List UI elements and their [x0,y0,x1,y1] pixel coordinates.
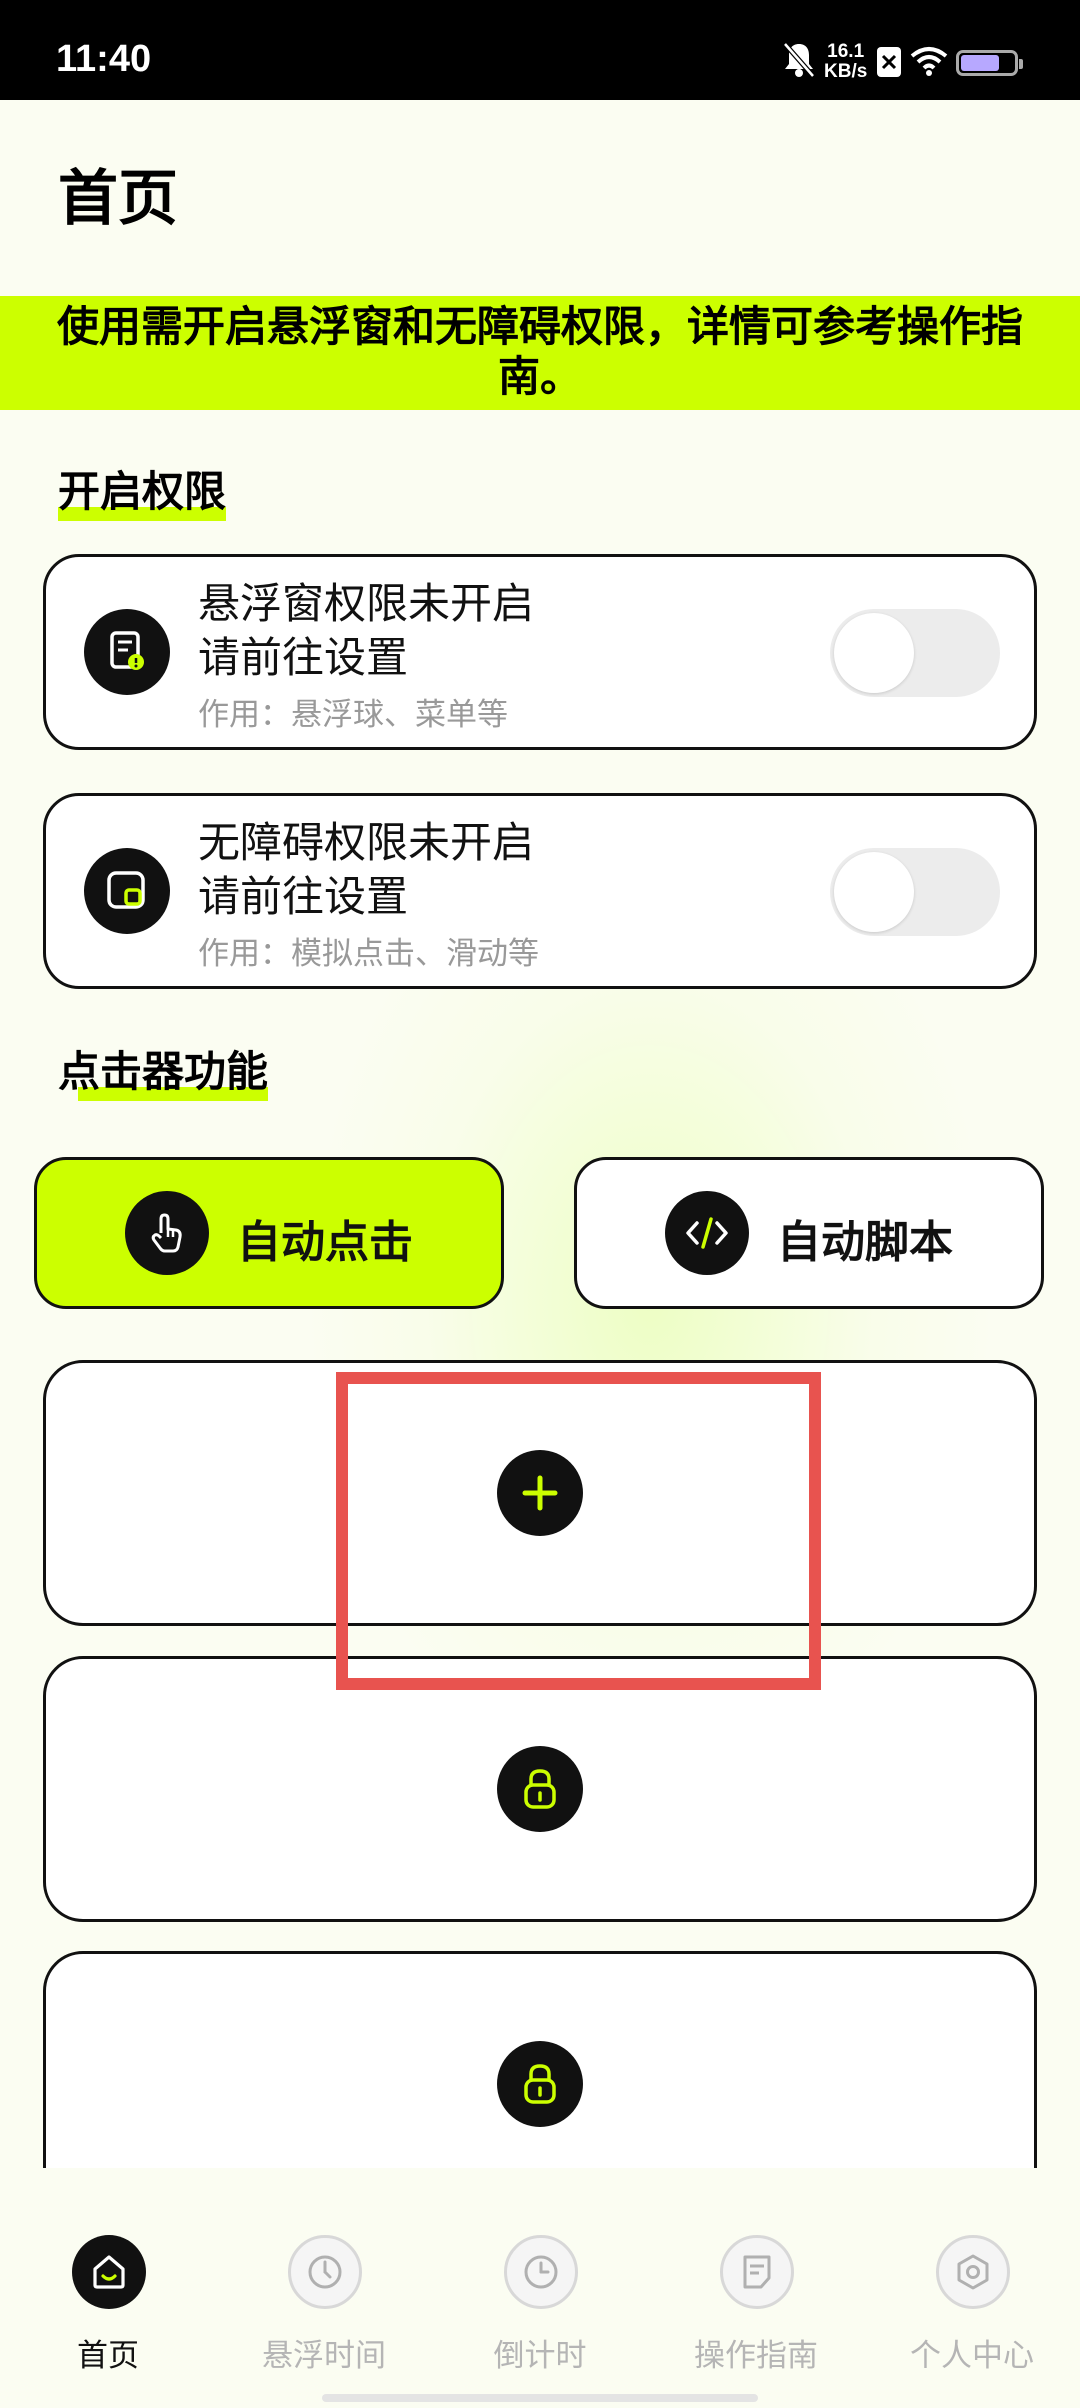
lock-icon [497,1746,583,1832]
bottom-nav: 首页 悬浮时间 倒计时 操作指南 个人中心 [0,2218,1080,2388]
mute-icon [782,40,816,84]
home-icon [72,2235,146,2309]
net-speed-value: 16.1 [827,41,865,62]
home-indicator[interactable] [322,2394,758,2402]
page-title: 首页 [58,164,178,234]
overlay-permission-note: 作用：悬浮球、菜单等 [198,697,508,733]
nav-label-countdown: 倒计时 [493,2338,587,2374]
nav-item-profile[interactable]: 个人中心 [864,2218,1080,2388]
code-icon [665,1191,749,1275]
overlay-permission-status: 悬浮窗权限未开启 [198,579,535,628]
permission-notice-banner: 使用需开启悬浮窗和无障碍权限，详情可参考操作指南。 [0,296,1080,410]
status-bar: 11:40 16.1 KB/s [0,0,1080,100]
auto-click-label: 自动点击 [237,1217,413,1268]
locked-slot[interactable] [43,1656,1037,1922]
settings-icon [936,2235,1010,2309]
accessibility-permission-status: 无障碍权限未开启 [198,818,535,867]
status-time: 11:40 [56,38,152,80]
nav-label-float-time: 悬浮时间 [262,2338,386,2374]
accessibility-permission-hint: 请前往设置 [198,872,409,921]
highlight-annotation-box [336,1372,821,1690]
accessibility-permission-note: 作用：模拟点击、滑动等 [198,936,539,972]
overlay-permission-card[interactable]: 悬浮窗权限未开启 请前往设置 作用：悬浮球、菜单等 [43,554,1037,750]
net-speed-unit: KB/s [824,61,868,82]
nav-label-home: 首页 [77,2338,139,2374]
battery-icon [956,50,1023,76]
nav-item-float-time[interactable]: 悬浮时间 [216,2218,432,2388]
nav-item-countdown[interactable]: 倒计时 [432,2218,648,2388]
sim-x-icon [876,46,902,82]
guide-icon [720,2235,794,2309]
overlay-permission-toggle[interactable] [830,609,1000,697]
accessibility-permission-toggle[interactable] [830,848,1000,936]
accessibility-icon [84,848,170,934]
auto-script-button[interactable]: 自动脚本 [574,1157,1044,1309]
net-speed: 16.1 KB/s [824,42,867,82]
nav-label-profile: 个人中心 [910,2338,1034,2374]
accessibility-permission-card[interactable]: 无障碍权限未开启 请前往设置 作用：模拟点击、滑动等 [43,793,1037,989]
overlay-permission-hint: 请前往设置 [198,633,409,682]
nav-item-guide[interactable]: 操作指南 [648,2218,864,2388]
permissions-section-label: 开启权限 [58,467,227,516]
lock-icon [497,2041,583,2127]
wifi-icon [910,46,948,80]
nav-label-guide: 操作指南 [694,2338,818,2374]
permissions-section-title: 开启权限 [58,458,227,521]
auto-script-label: 自动脚本 [777,1217,953,1268]
overlay-window-icon [84,609,170,695]
stopwatch-icon [288,2235,362,2309]
nav-item-home[interactable]: 首页 [0,2218,216,2388]
features-section-label: 点击器功能 [58,1047,269,1096]
tap-hand-icon [125,1191,209,1275]
auto-click-button[interactable]: 自动点击 [34,1157,504,1309]
clock-icon [504,2235,578,2309]
features-section-title: 点击器功能 [58,1038,269,1101]
